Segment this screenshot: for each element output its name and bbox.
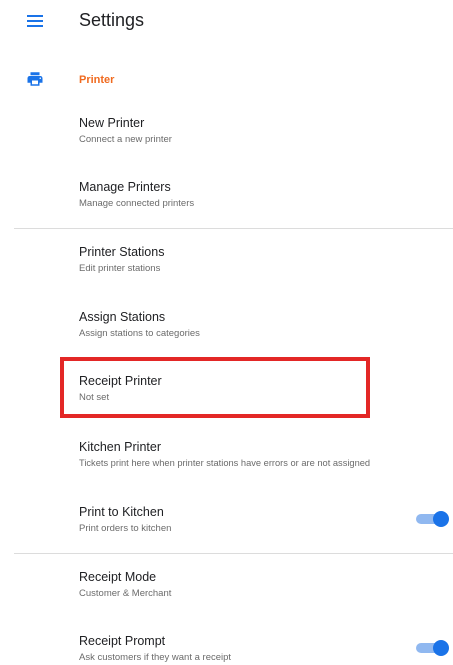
app-bar: Settings [0,0,453,44]
item-subtitle: Print orders to kitchen [79,523,172,534]
page-title: Settings [79,10,145,30]
item-subtitle: Ask customers if they want a receipt [79,652,232,663]
settings-screen: Settings Printer New Printer Connect a n… [0,0,453,665]
settings-item-print-to-kitchen[interactable]: Print to Kitchen Print orders to kitchen [0,505,453,545]
settings-item-kitchen-printer[interactable]: Kitchen Printer Tickets print here when … [0,440,453,480]
item-subtitle: Edit printer stations [79,263,161,274]
settings-item-receipt-prompt[interactable]: Receipt Prompt Ask customers if they wan… [0,634,453,665]
section-header-printer: Printer [0,62,453,98]
divider [14,228,453,229]
item-title: Assign Stations [79,310,166,324]
section-label: Printer [79,74,115,86]
item-title: Receipt Mode [79,570,157,584]
item-title: Kitchen Printer [79,440,161,454]
settings-item-printer-stations[interactable]: Printer Stations Edit printer stations [0,245,453,285]
item-subtitle: Customer & Merchant [79,588,172,599]
item-subtitle: Manage connected printers [79,198,195,209]
item-subtitle: Assign stations to categories [79,328,200,339]
settings-item-new-printer[interactable]: New Printer Connect a new printer [0,116,453,156]
item-title: Print to Kitchen [79,505,164,519]
receipt-prompt-toggle[interactable] [415,640,449,656]
print-to-kitchen-toggle[interactable] [415,511,449,527]
toggle-thumb [433,640,449,656]
settings-item-assign-stations[interactable]: Assign Stations Assign stations to categ… [0,310,453,350]
toggle-thumb [433,511,449,527]
item-title: Receipt Prompt [79,634,166,648]
item-title: Printer Stations [79,245,165,259]
settings-item-manage-printers[interactable]: Manage Printers Manage connected printer… [0,180,453,220]
divider [14,553,453,554]
highlight-box [60,357,370,418]
item-subtitle: Tickets print here when printer stations… [79,458,371,468]
item-subtitle: Connect a new printer [79,134,172,145]
item-title: New Printer [79,116,145,130]
menu-icon[interactable] [27,15,43,27]
printer-icon [27,72,43,86]
item-title: Manage Printers [79,180,171,194]
settings-item-receipt-mode[interactable]: Receipt Mode Customer & Merchant [0,570,453,610]
